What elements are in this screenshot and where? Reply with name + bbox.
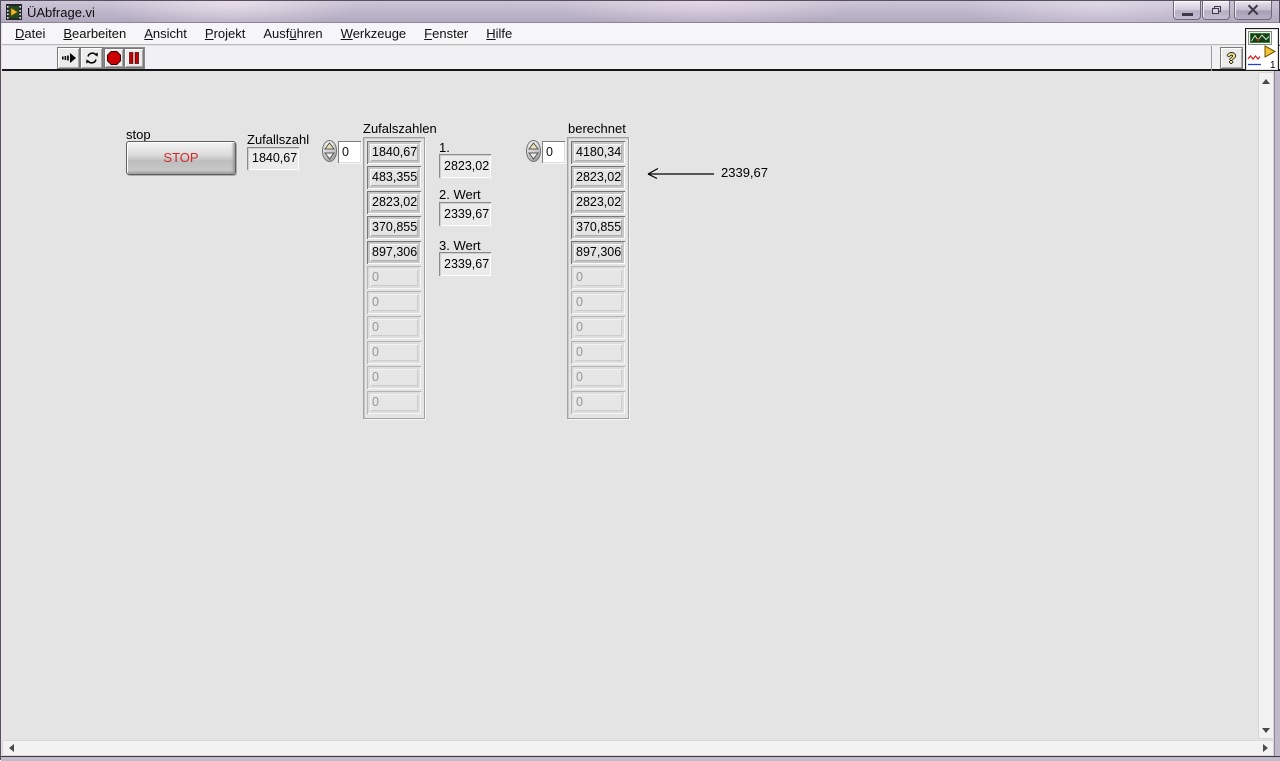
title-bar: ÜAbfrage.vi [1, 1, 1279, 23]
array-element: 4180,34 [571, 141, 625, 164]
array-element: 0 [367, 391, 421, 414]
berechnet-index-spinner[interactable] [526, 140, 541, 162]
menu-item-hilfe[interactable]: Hilfe [477, 24, 521, 43]
restore-icon [1211, 6, 1221, 14]
labview-front-panel-window: ÜAbfrage.vi Datei Bearbeiten Ansicht Pro… [0, 0, 1280, 761]
context-help-button[interactable]: ? [1220, 47, 1243, 69]
zufallszahl-indicator: 1840,67 [247, 147, 299, 170]
wert2-indicator: 2339,67 [439, 202, 491, 226]
vi-icon-graphic: 1 [1246, 29, 1278, 70]
run-icon [61, 53, 76, 63]
wert2-label: 2. Wert [439, 187, 481, 202]
close-icon [1248, 5, 1259, 16]
spinner-arrows-icon [324, 142, 335, 160]
array-element: 0 [571, 391, 625, 414]
window-right-frame [1274, 71, 1280, 756]
pause-icon [129, 52, 139, 64]
pause-button[interactable] [124, 48, 144, 68]
array-element: 1840,67 [367, 141, 421, 164]
close-button[interactable] [1234, 1, 1272, 20]
array-element: 0 [571, 366, 625, 389]
array-element: 2823,02 [571, 166, 625, 189]
menu-item-datei[interactable]: Datei [6, 24, 54, 43]
continuous-run-icon [85, 52, 98, 64]
array-element: 370,855 [571, 216, 625, 239]
berechnet-label: berechnet [568, 121, 626, 136]
array-element: 897,306 [571, 241, 625, 264]
abort-icon [107, 51, 121, 65]
menu-item-ansicht[interactable]: Ansicht [135, 24, 196, 43]
array-element: 2823,02 [571, 191, 625, 214]
menu-item-ausfuehren[interactable]: Ausführen [254, 24, 331, 43]
vi-icon-number-glyph: 1 [1270, 60, 1276, 70]
toolbar-separator [1211, 46, 1212, 71]
vertical-scrollbar[interactable] [1258, 72, 1274, 739]
wert1-label: 1. [439, 140, 450, 155]
berechnet-array: 4180,34 2823,02 2823,02 370,855 897,306 … [567, 137, 629, 419]
run-continuously-button[interactable] [80, 47, 103, 69]
help-icon: ? [1226, 49, 1237, 67]
array-element: 0 [367, 316, 421, 339]
array-element: 897,306 [367, 241, 421, 264]
annotation-value: 2339,67 [721, 165, 768, 180]
array-element: 2823,02 [367, 191, 421, 214]
run-button[interactable] [57, 47, 80, 69]
menu-item-bearbeiten[interactable]: Bearbeiten [54, 24, 135, 43]
abort-pause-group [103, 47, 145, 69]
menu-bar: Datei Bearbeiten Ansicht Projekt Ausführ… [2, 23, 1280, 45]
front-panel: stop STOP Zufallszahl 1840,67 0 Zufalsza… [2, 71, 1258, 739]
zufalszahlen-index-spinner[interactable] [322, 140, 337, 162]
zufalszahlen-index-field[interactable]: 0 [338, 141, 361, 163]
menu-item-werkzeuge[interactable]: Werkzeuge [332, 24, 416, 43]
toolbar: ? [2, 46, 1280, 71]
array-element: 0 [571, 266, 625, 289]
window-title: ÜAbfrage.vi [27, 5, 95, 20]
wert1-indicator: 2823,02 [439, 154, 491, 178]
annotation-arrow-icon [647, 167, 714, 180]
vi-icon[interactable]: 1 [1245, 28, 1279, 71]
menu-item-fenster[interactable]: Fenster [415, 24, 477, 43]
zufalszahlen-label: Zufalszahlen [363, 121, 437, 136]
menu-item-projekt[interactable]: Projekt [196, 24, 254, 43]
array-element: 0 [367, 366, 421, 389]
array-element: 0 [367, 341, 421, 364]
zufallszahl-label: Zufallszahl [247, 132, 310, 147]
restore-button[interactable] [1202, 1, 1230, 20]
scroll-up-icon[interactable] [1259, 74, 1273, 88]
scroll-right-icon[interactable] [1258, 741, 1272, 755]
spinner-arrows-icon [528, 142, 539, 160]
wert3-label: 3. Wert [439, 238, 481, 253]
stop-control-button[interactable]: STOP [126, 141, 236, 175]
array-element: 483,355 [367, 166, 421, 189]
array-element: 0 [571, 291, 625, 314]
array-element: 370,855 [367, 216, 421, 239]
scroll-down-icon[interactable] [1259, 723, 1273, 737]
berechnet-index-field[interactable]: 0 [542, 141, 565, 163]
horizontal-scrollbar[interactable] [2, 740, 1274, 756]
wert3-indicator: 2339,67 [439, 252, 491, 276]
minimize-button[interactable] [1173, 1, 1201, 20]
array-element: 0 [571, 316, 625, 339]
abort-button[interactable] [104, 48, 124, 68]
array-element: 0 [367, 266, 421, 289]
stop-label: stop [126, 127, 151, 142]
scroll-left-icon[interactable] [4, 741, 18, 755]
zufalszahlen-array: 1840,67 483,355 2823,02 370,855 897,306 … [363, 137, 425, 419]
window-bottom-frame [1, 756, 1280, 761]
labview-app-icon [6, 4, 22, 20]
array-element: 0 [571, 341, 625, 364]
array-element: 0 [367, 291, 421, 314]
minimize-icon [1181, 12, 1193, 16]
